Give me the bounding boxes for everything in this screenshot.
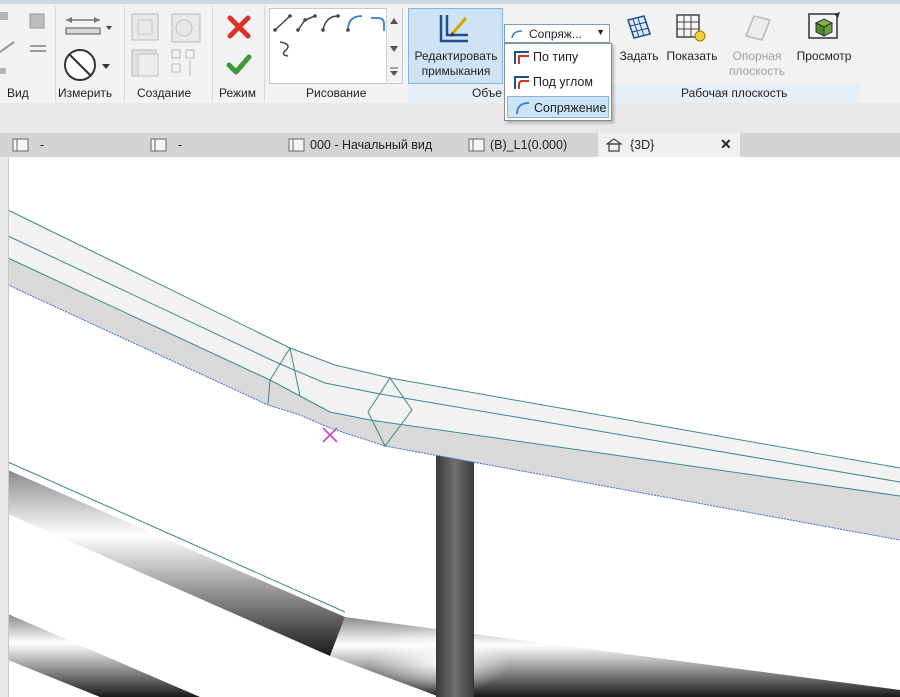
draw-line-icon[interactable] [272,12,294,34]
draw-spline-icon[interactable] [276,38,298,60]
view-tools-icon[interactable] [0,8,52,78]
join-type-dropdown: По типу Под углом Сопряжение [504,43,612,121]
edit-joins-icon [439,15,468,43]
view-tab-label: - [178,138,183,152]
preview-viewer-icon[interactable] [806,10,842,44]
chevron-down-icon: ▼ [596,27,605,37]
dropdown-item-by-type[interactable]: По типу [507,46,609,68]
floor-plan-icon [12,138,29,152]
scroll-down-icon[interactable] [388,44,400,54]
panel-measure-label: Измерить [58,86,113,100]
set-workplane-icon[interactable] [624,12,654,44]
baluster-post [436,440,474,697]
join-angled-icon [514,76,529,89]
view-tab-label: 000 - Начальный вид [310,138,433,152]
separator [264,6,265,100]
view-tab-label: - [40,138,45,152]
view-tab-3d[interactable]: {3D} ✕ [598,133,740,157]
finish-edit-icon[interactable] [226,52,254,78]
panel-workplane-label: Рабочая плоскость [681,86,788,100]
draw-polyline-icon[interactable] [296,12,318,34]
view-tab[interactable]: - [148,133,278,157]
3d-viewport[interactable] [0,157,900,697]
view-tab[interactable]: - [10,133,140,157]
ribbon: Вид Измерить Создание Режим Рисование Ре… [0,0,900,103]
dropdown-item-fillet[interactable]: Сопряжение [507,96,609,118]
view-tab-label: (B)_L1(0.000) [490,138,568,152]
dropdown-item-angled[interactable]: Под углом [507,71,609,93]
bottom-rail-tube [8,614,200,697]
model-geometry [7,209,900,697]
3d-view-house-icon [606,138,622,152]
dropdown-item-label: Сопряжение [534,101,607,115]
view-tab[interactable]: 000 - Начальный вид [286,133,456,157]
measure-circle-icon[interactable] [62,48,114,82]
edit-joins-label-line2: примыкания [421,64,491,78]
lower-rail-outline [7,461,346,613]
reference-plane-label-line2: плоскость [728,64,786,78]
panel-create-label: Создание [137,86,192,100]
join-type-combo[interactable]: Сопряж... ▼ [504,24,610,43]
scroll-up-icon[interactable] [388,16,400,26]
dropdown-item-label: По типу [533,50,579,64]
view-tab[interactable]: (B)_L1(0.000) [466,133,596,157]
join-by-type-icon [514,51,529,64]
separator [124,6,125,100]
fillet-join-icon [511,30,523,39]
lower-rail-tube [8,470,345,656]
set-workplane-label: Задать [619,49,659,63]
show-workplane-icon[interactable] [674,12,708,44]
draw-arc-3pt-icon[interactable] [320,12,342,34]
preview-label: Просмотр [796,49,852,63]
panel-mode-label: Режим [219,86,256,100]
view-tabs-bar: - - 000 - Начальный вид (B)_L1(0.000) {3… [0,133,900,157]
draw-arc-tangent-icon[interactable] [344,12,366,34]
floor-plan-icon [468,138,485,152]
reference-plane-label-line1: Опорная [732,49,782,63]
ribbon-top-edge [0,0,900,4]
join-fillet-icon [516,102,530,115]
view-tab-label: {3D} [630,138,655,152]
create-tools-icon[interactable] [128,10,208,82]
join-marker-icon[interactable] [322,427,338,443]
floor-plan-icon [150,138,167,152]
panel-view-label: Вид [7,86,29,100]
show-workplane-label: Показать [666,49,718,63]
close-icon[interactable]: ✕ [720,136,732,153]
options-bar [0,103,900,133]
measure-aligned-icon[interactable] [62,14,114,44]
dropdown-item-label: Под углом [533,75,593,89]
join-type-combo-value: Сопряж... [529,27,582,41]
separator [55,6,56,100]
floor-plan-icon [288,138,305,152]
panel-object-label: Объе [472,86,502,100]
viewport-left-edge [0,157,9,697]
edit-joins-label-line1: Редактировать [414,49,498,63]
cancel-edit-icon[interactable] [226,14,254,42]
separator [212,6,213,100]
reference-plane-icon[interactable] [742,12,774,44]
gallery-expand-icon[interactable] [388,66,400,78]
panel-draw-label: Рисование [306,86,367,100]
